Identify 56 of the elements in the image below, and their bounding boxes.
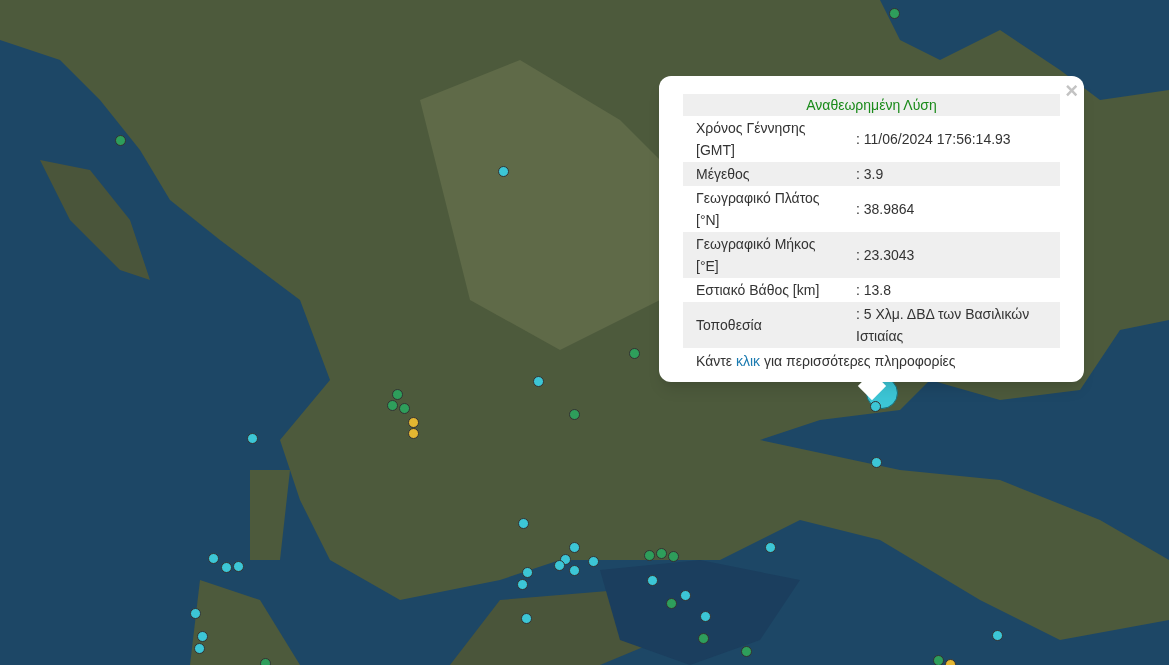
earthquake-marker[interactable] [407, 427, 419, 439]
earthquake-marker[interactable] [232, 560, 244, 572]
earthquake-marker[interactable] [869, 400, 881, 412]
field-value: : 5 Χλμ. ΔΒΔ των Βασιλικών Ιστιαίας [855, 305, 1031, 346]
field-value: : 3.9 [855, 165, 885, 184]
earthquake-marker[interactable] [532, 375, 544, 387]
earthquake-marker[interactable] [259, 657, 271, 665]
earthquake-marker[interactable] [888, 7, 900, 19]
earthquake-marker[interactable] [991, 629, 1003, 641]
field-label: Τοποθεσία [695, 316, 763, 335]
earthquake-marker[interactable] [870, 456, 882, 468]
earthquake-marker[interactable] [568, 408, 580, 420]
earthquake-marker[interactable] [932, 654, 944, 665]
earthquake-marker[interactable] [220, 561, 232, 573]
more-info-link[interactable]: κλικ [735, 353, 761, 369]
field-value: : 13.8 [855, 281, 893, 300]
earthquake-marker[interactable] [196, 630, 208, 642]
field-label: Γεωγραφικό Πλάτος [°N] [695, 189, 821, 230]
field-value: : 38.9864 [855, 200, 916, 219]
popup-title: Αναθεωρημένη Λύση [683, 94, 1060, 116]
earthquake-marker[interactable] [189, 607, 201, 619]
earthquake-marker[interactable] [207, 552, 219, 564]
earthquake-marker[interactable] [643, 549, 655, 561]
earthquake-marker[interactable] [679, 589, 691, 601]
earthquake-marker[interactable] [699, 610, 711, 622]
field-label: Χρόνος Γέννησης [GMT] [695, 119, 807, 160]
earthquake-marker[interactable] [193, 642, 205, 654]
earthquake-marker[interactable] [764, 541, 776, 553]
earthquake-marker[interactable] [655, 547, 667, 559]
field-label: Εστιακό Βάθος [km] [695, 281, 821, 300]
earthquake-marker[interactable] [407, 416, 419, 428]
earthquake-marker[interactable] [740, 645, 752, 657]
earthquake-marker[interactable] [520, 612, 532, 624]
field-value: : 11/06/2024 17:56:14.93 [855, 130, 1012, 149]
earthquake-marker[interactable] [386, 399, 398, 411]
earthquake-marker[interactable] [114, 134, 126, 146]
earthquake-marker[interactable] [391, 388, 403, 400]
earthquake-marker[interactable] [398, 402, 410, 414]
earthquake-marker[interactable] [521, 566, 533, 578]
earthquake-marker[interactable] [568, 564, 580, 576]
earthquake-marker[interactable] [553, 559, 565, 571]
field-label: Γεωγραφικό Μήκος [°E] [695, 235, 817, 276]
earthquake-marker[interactable] [497, 165, 509, 177]
earthquake-marker[interactable] [516, 578, 528, 590]
field-label: Μέγεθος [695, 165, 751, 184]
earthquake-marker[interactable] [646, 574, 658, 586]
earthquake-marker[interactable] [667, 550, 679, 562]
earthquake-marker[interactable] [697, 632, 709, 644]
earthquake-marker[interactable] [517, 517, 529, 529]
earthquake-marker[interactable] [587, 555, 599, 567]
earthquake-marker[interactable] [628, 347, 640, 359]
earthquake-marker[interactable] [665, 597, 677, 609]
earthquake-marker[interactable] [568, 541, 580, 553]
earthquake-marker[interactable] [246, 432, 258, 444]
field-value: : 23.3043 [855, 246, 916, 265]
more-info-text: Κάντε κλικ για περισσότερες πληροφορίες [696, 353, 956, 369]
